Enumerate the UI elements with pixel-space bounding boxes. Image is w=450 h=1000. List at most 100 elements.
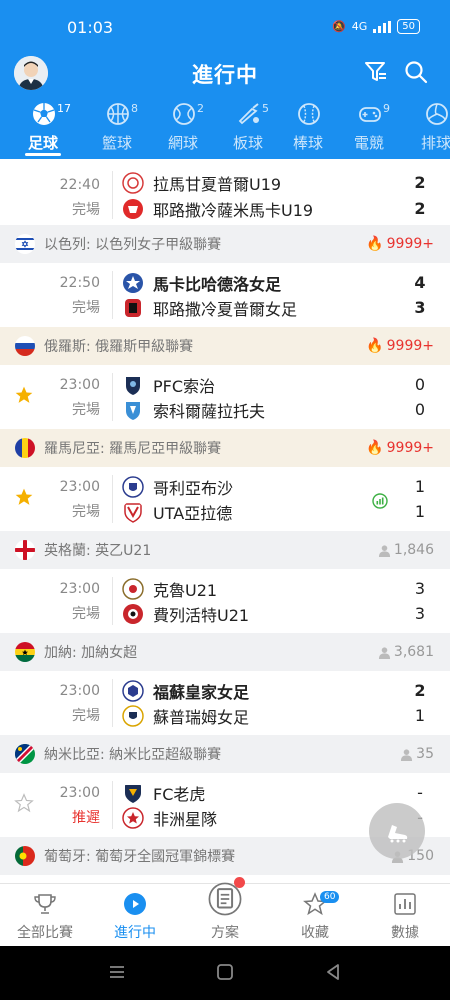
away-score: 3 [414, 298, 426, 317]
team-name: 非洲星隊 [153, 810, 218, 829]
league-name: 納米比亞: 納米比亞超級聯賽 [44, 747, 222, 763]
nav-all-matches[interactable]: 全部比賽 [0, 884, 90, 947]
tab-basketball[interactable]: 8 籃球 [86, 97, 148, 159]
divider [112, 577, 113, 625]
match-row[interactable]: 22:40 完場 拉馬甘夏普爾U19 耶路撒冷薩米馬卡U19 2 2 [0, 159, 450, 225]
favorite-star-icon[interactable] [14, 385, 34, 405]
team-name: UTA亞拉德 [153, 504, 233, 523]
home-score: 2 [414, 681, 426, 700]
tab-baseball[interactable]: 棒球 [277, 97, 339, 159]
team-logo [125, 299, 141, 317]
home-team: FC老虎 [122, 781, 205, 805]
follower-value: 1,846 [393, 542, 434, 558]
tab-volleyball[interactable]: 排球 [405, 97, 450, 159]
away-score: 3 [414, 604, 426, 623]
tab-label: 電競 [353, 134, 384, 152]
league-header[interactable]: 羅馬尼亞: 羅馬尼亞甲級聯賽 🔥 9999+ [0, 429, 450, 467]
live-stats-icon[interactable] [372, 493, 388, 509]
nav-label: 進行中 [114, 925, 156, 941]
nav-plans[interactable]: 方案 [180, 877, 270, 947]
league-header[interactable]: 以色列: 以色列女子甲級聯賽 🔥 9999+ [0, 225, 450, 263]
home-team: 拉馬甘夏普爾U19 [122, 171, 281, 195]
team-name: 馬卡比哈德洛女足 [153, 275, 282, 294]
favorite-star-outline-icon[interactable] [14, 793, 34, 813]
tab-label: 網球 [167, 134, 198, 152]
menu-icon[interactable] [108, 963, 126, 981]
team-name: FC老虎 [153, 785, 206, 804]
hot-value: 9999+ [386, 236, 434, 252]
match-row[interactable]: 23:00 完場 福蘇皇家女足 蘇普瑞姆女足 2 1 [0, 671, 450, 735]
nav-label: 數據 [391, 925, 419, 941]
match-status: 完場 [72, 300, 100, 316]
tab-label: 板球 [232, 134, 263, 152]
divider [112, 373, 113, 421]
active-tab-indicator [25, 153, 61, 156]
hot-count: 🔥 9999+ [366, 338, 434, 354]
league-header[interactable]: 納米比亞: 納米比亞超級聯賽 35 [0, 735, 450, 773]
home-score: 2 [414, 173, 426, 192]
team-logo [126, 377, 140, 395]
nav-label: 方案 [211, 925, 239, 941]
team-name: 耶路撒冷夏普爾女足 [153, 300, 298, 319]
away-team: 耶路撒冷夏普爾女足 [122, 296, 297, 320]
home-team: 福蘇皇家女足 [122, 679, 249, 703]
home-icon[interactable] [216, 963, 234, 981]
app-bar: 進行中 [0, 50, 450, 97]
baseball-icon [298, 103, 320, 125]
match-status: 完場 [72, 606, 100, 622]
match-row[interactable]: 23:00 完場 哥利亞布沙 UTA亞拉德 1 1 [0, 467, 450, 531]
league-header[interactable]: 俄羅斯: 俄羅斯甲級聯賽 🔥 9999+ [0, 327, 450, 365]
tab-esports[interactable]: 9 電競 [338, 97, 400, 159]
favorite-star-icon[interactable] [14, 487, 34, 507]
tab-tennis[interactable]: 2 網球 [152, 97, 214, 159]
play-circle-icon [124, 893, 146, 915]
tab-soccer[interactable]: 17 足球 [12, 97, 74, 159]
nav-data[interactable]: 數據 [360, 884, 450, 947]
hot-count: 🔥 9999+ [366, 440, 434, 456]
israel-flag-icon [15, 234, 35, 254]
mute-icon: 🔕 [332, 20, 346, 33]
tab-label: 籃球 [101, 134, 132, 152]
match-time: 23:00 [59, 377, 100, 393]
match-time: 23:00 [59, 683, 100, 699]
away-team: UTA亞拉德 [122, 500, 232, 524]
follower-value: 35 [416, 746, 434, 762]
nav-favorites[interactable]: 60 收藏 [270, 884, 360, 947]
follower-count: 1,846 [378, 542, 434, 558]
home-score: - [417, 783, 423, 802]
search-icon[interactable] [404, 60, 428, 84]
tab-count: 5 [262, 102, 269, 115]
match-row[interactable]: 22:50 完場 馬卡比哈德洛女足 耶路撒冷夏普爾女足 4 3 [0, 263, 450, 327]
hot-count: 🔥 9999+ [366, 236, 434, 252]
league-name: 羅馬尼亞: 羅馬尼亞甲級聯賽 [44, 441, 222, 457]
league-header[interactable]: 加納: 加納女超 3,681 [0, 633, 450, 671]
match-status: 完場 [72, 402, 100, 418]
filter-icon[interactable] [364, 60, 388, 84]
away-team: 耶路撒冷薩米馬卡U19 [122, 197, 313, 221]
league-header[interactable]: 英格蘭: 英乙U21 1,846 [0, 531, 450, 569]
floating-action-button[interactable] [369, 803, 425, 859]
match-row[interactable]: 23:00 完場 PFC索治 索科爾薩拉托夫 0 0 [0, 365, 450, 429]
match-time: 23:00 [59, 479, 100, 495]
home-team: 馬卡比哈德洛女足 [122, 271, 281, 295]
home-score: 0 [414, 375, 426, 394]
basketball-icon [107, 103, 129, 125]
england-flag-icon [15, 540, 35, 560]
league-name: 葡萄牙: 葡萄牙全國冠軍錦標賽 [44, 849, 236, 865]
tab-count: 17 [57, 102, 71, 115]
bottom-nav: 全部比賽 進行中 方案 60 收藏 數據 [0, 877, 450, 947]
tab-cricket[interactable]: 5 板球 [217, 97, 279, 159]
match-row[interactable]: 23:00 完場 克魯U21 費列活特U21 3 3 [0, 569, 450, 633]
team-name: 哥利亞布沙 [153, 479, 234, 498]
team-logo [122, 476, 144, 498]
nav-in-progress[interactable]: 進行中 [90, 884, 180, 947]
away-team: 索科爾薩拉托夫 [122, 398, 265, 422]
tab-count: 9 [383, 102, 390, 115]
home-team: 哥利亞布沙 [122, 475, 233, 499]
sport-tabs: 17 足球 8 籃球 2 網球 5 板球 棒球 9 電競 排球 [0, 97, 450, 159]
team-logo [122, 680, 144, 702]
back-icon[interactable] [324, 963, 342, 981]
system-nav-bar [0, 946, 450, 1000]
away-team: 費列活特U21 [122, 602, 249, 626]
match-list[interactable]: 22:40 完場 拉馬甘夏普爾U19 耶路撒冷薩米馬卡U19 2 2 以色列: … [0, 159, 450, 883]
